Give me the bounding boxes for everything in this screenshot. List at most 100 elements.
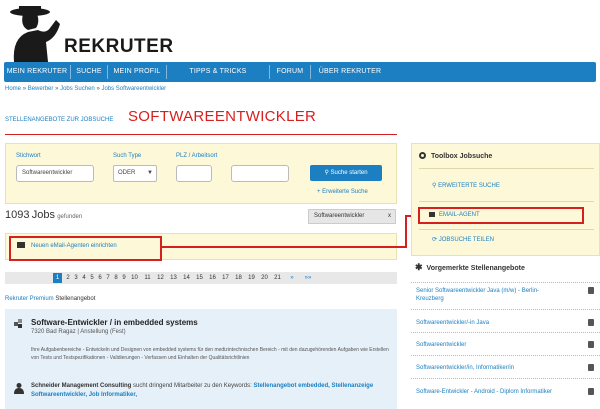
favorite-item[interactable]: Software-Entwickler - Android - Diplom I… [411,388,600,396]
favorite-item[interactable]: Senior Softwareentwickler Java (m/w) - B… [411,287,600,303]
trash-icon[interactable] [588,287,594,294]
active-filter-tag[interactable]: Softwareentwickler x [308,209,396,224]
main-navigation: MEIN REKRUTER SUCHE MEIN PROFIL TIPPS & … [4,62,596,82]
trash-icon[interactable] [588,364,594,371]
job-description: Ihre Aufgabenbereiche - Entwickeln und D… [31,347,389,361]
toolbox-divider [419,168,594,169]
page-number[interactable]: 7 [104,275,112,281]
page-number[interactable]: 1 [53,273,62,283]
page-number[interactable]: 18 [232,275,245,281]
page-number[interactable]: 19 [245,275,258,281]
premium-prefix: Rekruter Premium [5,296,54,302]
page-number[interactable]: 20 [258,275,271,281]
create-email-agent-link[interactable]: Neuen eMail-Agenten einrichten [17,242,117,249]
page-number[interactable]: 6 [96,275,104,281]
keyword-input[interactable]: Softwareentwickler [16,165,94,182]
envelope-icon [17,242,25,248]
favorite-item-label: Softwareentwickler/-in Java [416,320,490,326]
favorites-divider [411,309,600,310]
pagination: 1 2 3 4 5 6 7 8 9 10 11 12 13 14 15 16 17 18 19 20 21»»» [5,272,397,284]
toolbox-advanced-search-label: ERWEITERTE SUCHE [438,183,500,189]
toolbox-email-agent-label: EMAIL-AGENT [439,212,480,218]
page-number[interactable]: 4 [80,275,88,281]
page-number[interactable]: 14 [180,275,193,281]
favorites-title: ✱ Vorgemerkte Stellenangebote [415,262,525,273]
favorites-divider [411,282,600,283]
breadcrumb-jobs-suchen[interactable]: Jobs Suchen [60,86,95,92]
favorites-divider [411,378,600,379]
breadcrumb: Home » Bewerber » Jobs Suchen » Jobs Sof… [5,86,166,92]
breadcrumb-home[interactable]: Home [5,86,21,92]
job-listing-card[interactable]: Software-Entwickler / in embedded system… [5,309,397,409]
section-label: STELLENANGEBOTE ZUR JOBSUCHE [5,117,114,123]
toolbox-share-search[interactable]: ⟳ JOBSUCHE TEILEN [432,236,494,243]
breadcrumb-bewerber[interactable]: Bewerber [28,86,54,92]
search-panel: Stichwort Softwareentwickler Such Type O… [5,143,397,204]
favorite-item[interactable]: Softwareentwickler/-in Java [411,319,600,327]
results-unit: Jobs [31,209,55,221]
ort-input[interactable] [231,165,289,182]
page-number[interactable]: 13 [167,275,180,281]
nav-tipps-tricks[interactable]: TIPPS & TRICKS [167,62,269,82]
nav-mein-profil[interactable]: MEIN PROFIL [108,62,166,82]
company-name[interactable]: Schneider Management Consulting [31,383,131,389]
share-icon: ⟳ [432,237,439,243]
email-agent-highlight[interactable]: EMAIL-AGENT [418,207,584,224]
trash-icon[interactable] [588,341,594,348]
brand-name: REKRUTER [64,36,174,57]
plz-input[interactable] [176,165,212,182]
keyword-link[interactable]: Stellenangebot embedded, [253,383,329,389]
search-type-select[interactable]: ODER ▼ [113,165,157,182]
toolbox-email-agent[interactable]: EMAIL-AGENT [429,212,480,218]
favorite-item[interactable]: Softwareentwickler [411,341,600,349]
breadcrumb-current[interactable]: Jobs Softwareentwickler [101,86,166,92]
star-icon: ✱ [415,262,423,272]
page-number[interactable]: 21 [271,275,284,281]
toolbox-advanced-search[interactable]: ⚲ ERWEITERTE SUCHE [432,182,500,189]
search-submit-button[interactable]: ⚲ Suche starten [310,165,382,181]
filter-tag-label: Softwareentwickler [314,213,365,219]
toolbox-title: Toolbox Jobsuche [419,152,492,160]
results-suffix: gefunden [57,214,83,220]
page-number[interactable]: 9 [120,275,128,281]
keyword-link[interactable]: Job Informatiker, [89,392,137,398]
nav-mein-rekruter[interactable]: MEIN REKRUTER [4,62,70,82]
site-logo[interactable]: REKRUTER [0,0,200,62]
job-company-line: Schneider Management Consulting sucht dr… [31,382,391,400]
page-number[interactable]: 17 [219,275,232,281]
nav-forum[interactable]: FORUM [270,62,310,82]
keyword-label: Stichwort [16,153,41,159]
search-type-value: ODER [118,170,136,176]
nav-suche[interactable]: SUCHE [71,62,107,82]
page-number[interactable]: 5 [88,275,96,281]
toolbox-divider [419,201,594,202]
page-number[interactable]: 8 [112,275,120,281]
nav-ueber-rekruter[interactable]: ÜBER REKRUTER [311,62,389,82]
close-icon[interactable]: x [388,210,391,223]
page-number[interactable]: 10 [128,275,141,281]
page-number[interactable]: 2 [64,275,72,281]
page-number[interactable]: 11 [141,275,154,281]
favorite-item-label: Software-Entwickler - Android - Diplom I… [416,389,553,395]
trash-icon[interactable] [588,388,594,395]
favorites-divider [411,355,600,356]
location-label: PLZ / Arbeitsort [176,153,218,159]
page-number[interactable]: 3 [72,275,80,281]
job-title[interactable]: Software-Entwickler / in embedded system… [31,318,198,327]
job-meta: 7320 Bad Ragaz | Anstellung (Fest) [31,329,126,335]
favorite-item-label: Senior Softwareentwickler Java (m/w) - B… [416,288,540,302]
advanced-search-link[interactable]: + Erweiterte Suche [317,189,368,195]
company-text: sucht dringend Mitarbeiter zu den Keywor… [133,383,252,389]
toolbox-divider [419,229,594,230]
page-next-button[interactable]: » [284,275,300,281]
search-type-label: Such Type [113,153,142,159]
page-number[interactable]: 12 [154,275,167,281]
trash-icon[interactable] [588,319,594,326]
toolbox-share-label: JOBSUCHE TEILEN [438,237,494,243]
page-title: SOFTWAREENTWICKLER [128,108,317,125]
page-number[interactable]: 16 [206,275,219,281]
page-last-button[interactable]: »» [300,275,316,281]
favorite-item[interactable]: Softwareentwickler/in, Informatiker/in [411,364,600,372]
page-number[interactable]: 15 [193,275,206,281]
silhouette-logo-icon [10,6,60,62]
